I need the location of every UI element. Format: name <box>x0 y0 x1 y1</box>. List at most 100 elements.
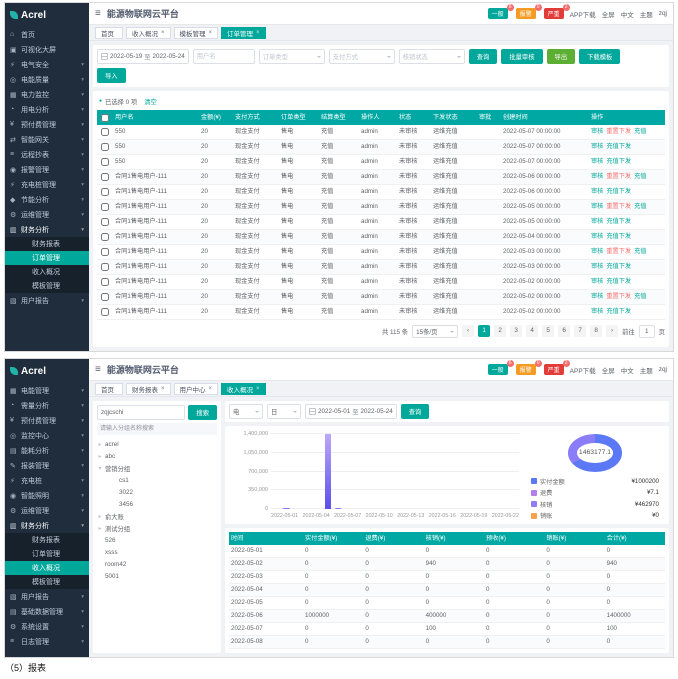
row-checkbox[interactable] <box>101 173 109 181</box>
row-action-link[interactable]: 重置下发 <box>606 293 631 300</box>
sidebar-item[interactable]: ◎ 监控中心 ▾ <box>5 428 89 443</box>
expand-arrow-icon[interactable]: ▸ <box>97 513 103 520</box>
row-action-link[interactable]: 充值下发 <box>606 218 631 225</box>
sidebar-item[interactable]: ▦ 电力监控 ▾ <box>5 87 89 102</box>
column-header[interactable]: 创建时间 <box>501 110 589 125</box>
username[interactable]: zqj <box>659 10 667 17</box>
table-row[interactable]: 55020现金支付售电充值admin未审核运维充值2022-05-07 00:0… <box>97 125 665 140</box>
tab[interactable]: 财务报表 × <box>126 383 171 395</box>
energy-type-select[interactable]: 电 <box>229 404 263 419</box>
page-number-button[interactable]: 7 <box>574 325 586 337</box>
table-row[interactable]: 合同1售电用户-11120现金支付售电充值admin未审核运维充值2022-05… <box>97 170 665 185</box>
row-checkbox[interactable] <box>101 308 109 316</box>
column-header[interactable]: 金额(¥) <box>199 110 233 125</box>
close-icon[interactable]: × <box>256 30 260 36</box>
alarm-badge[interactable]: 严重 2 <box>544 8 564 19</box>
sidebar-item[interactable]: ⚡ 充电桩管理 ▾ <box>5 177 89 192</box>
sidebar-item[interactable]: ◉ 智能照明 ▾ <box>5 488 89 503</box>
prev-page-button[interactable]: ‹ <box>462 325 474 337</box>
column-header[interactable]: 状态 <box>397 110 431 125</box>
row-action-link[interactable]: 充值 <box>634 128 646 135</box>
row-action-link[interactable]: 审核 <box>591 128 603 135</box>
tree-node[interactable]: xsss <box>97 546 217 558</box>
import-button[interactable]: 导入 <box>97 68 126 83</box>
tree-node[interactable]: ▸ abc <box>97 450 217 462</box>
sidebar-item[interactable]: ▧ 用户报告 ▾ <box>5 293 89 308</box>
row-checkbox[interactable] <box>101 218 109 226</box>
row-action-link[interactable]: 充值下发 <box>606 263 631 270</box>
sidebar-item[interactable]: 模板管理 <box>5 279 89 293</box>
column-header[interactable]: 订单类型 <box>279 110 319 125</box>
sidebar-item[interactable]: ⚡ 充电桩 ▾ <box>5 473 89 488</box>
username-input[interactable] <box>193 49 255 64</box>
row-action-link[interactable]: 审核 <box>591 158 603 165</box>
table-row[interactable]: 55020现金支付售电充值admin未审核运维充值2022-05-07 00:0… <box>97 140 665 155</box>
sidebar-item[interactable]: ▥ 财务分析 ▾ <box>5 518 89 533</box>
filter-select[interactable]: 支付方式 <box>329 49 395 64</box>
row-action-link[interactable]: 审核 <box>591 203 603 210</box>
header-link[interactable]: 中文 <box>621 9 634 19</box>
sidebar-item[interactable]: ◔ 用电分析 ▾ <box>5 102 89 117</box>
tree-node[interactable]: ▸ 测试分组 <box>97 522 217 534</box>
row-action-link[interactable]: 审核 <box>591 233 603 240</box>
alarm-badge[interactable]: 一般 6 <box>488 8 508 19</box>
expand-arrow-icon[interactable]: ▸ <box>97 441 103 448</box>
sidebar-item[interactable]: ◔ 需量分析 ▾ <box>5 398 89 413</box>
row-checkbox[interactable] <box>101 143 109 151</box>
row-action-link[interactable]: 审核 <box>591 308 603 315</box>
sidebar-item[interactable]: ¥ 预付费管理 ▾ <box>5 117 89 132</box>
sidebar-item[interactable]: 收入概况 <box>5 265 89 279</box>
page-number-button[interactable]: 4 <box>526 325 538 337</box>
row-action-link[interactable]: 审核 <box>591 278 603 285</box>
page-number-button[interactable]: 1 <box>478 325 490 337</box>
date-range-picker[interactable]: 2022-05-19 至 2022-05-24 <box>97 49 189 64</box>
tree-node[interactable]: room42 <box>97 558 217 570</box>
tab[interactable]: 首页 <box>95 383 123 395</box>
batch-audit-button[interactable]: 批量审核 <box>501 49 542 64</box>
sidebar-item[interactable]: ≡ 远程抄表 ▾ <box>5 147 89 162</box>
row-action-link[interactable]: 充值 <box>634 173 646 180</box>
header-link[interactable]: 主题 <box>640 9 653 19</box>
close-icon[interactable]: × <box>209 30 213 36</box>
header-link[interactable]: APP下载 <box>570 9 596 19</box>
tab[interactable]: 首页 <box>95 27 123 39</box>
filter-select[interactable]: 订单类型 <box>259 49 325 64</box>
menu-icon[interactable]: ≡ <box>95 364 101 375</box>
table-row[interactable]: 合同1售电用户-11120现金支付售电充值admin未审核运维充值2022-05… <box>97 200 665 215</box>
tab[interactable]: 订单管理 × <box>221 27 266 39</box>
sidebar-item[interactable]: ⚡ 电气安全 ▾ <box>5 57 89 72</box>
page-number-button[interactable]: 6 <box>558 325 570 337</box>
tab[interactable]: 收入概况 × <box>221 383 266 395</box>
table-row[interactable]: 合同1售电用户-11120现金支付售电充值admin未审核运维充值2022-05… <box>97 245 665 260</box>
alarm-badge[interactable]: 一般 6 <box>488 364 508 375</box>
sidebar-item[interactable]: 模板管理 <box>5 575 89 589</box>
row-action-link[interactable]: 重置下发 <box>606 203 631 210</box>
period-select[interactable]: 日 <box>267 404 301 419</box>
row-checkbox[interactable] <box>101 158 109 166</box>
legend-item[interactable]: 核销 ¥462970 <box>531 500 659 509</box>
menu-icon[interactable]: ≡ <box>95 8 101 19</box>
header-link[interactable]: 中文 <box>621 365 634 375</box>
row-action-link[interactable]: 重置下发 <box>606 128 631 135</box>
query-button[interactable]: 查询 <box>401 404 430 419</box>
tab[interactable]: 用户中心 × <box>174 383 219 395</box>
row-action-link[interactable]: 审核 <box>591 248 603 255</box>
row-action-link[interactable]: 审核 <box>591 173 603 180</box>
table-row[interactable]: 55020现金支付售电充值admin未审核运维充值2022-05-07 00:0… <box>97 155 665 170</box>
tree-node[interactable]: 526 <box>97 534 217 546</box>
sidebar-item[interactable]: ⚙ 运维管理 ▾ <box>5 503 89 518</box>
date-range-picker[interactable]: 2022-05-01 至 2022-05-24 <box>305 404 397 419</box>
row-action-link[interactable]: 充值 <box>634 203 646 210</box>
sidebar-item[interactable]: 财务报表 <box>5 237 89 251</box>
row-checkbox[interactable] <box>101 278 109 286</box>
header-link[interactable]: 全屏 <box>602 365 615 375</box>
sidebar-item[interactable]: ▦ 电能管理 ▾ <box>5 383 89 398</box>
download-template-button[interactable]: 下载模板 <box>579 49 620 64</box>
row-action-link[interactable]: 审核 <box>591 293 603 300</box>
sidebar-item[interactable]: ◎ 电能质量 ▾ <box>5 72 89 87</box>
expand-arrow-icon[interactable]: ▾ <box>97 465 103 472</box>
table-row[interactable]: 合同1售电用户-11120现金支付售电充值admin未审核运维充值2022-05… <box>97 230 665 245</box>
tab[interactable]: 模板管理 × <box>174 27 219 39</box>
row-action-link[interactable]: 充值 <box>634 293 646 300</box>
expand-arrow-icon[interactable]: ▸ <box>97 453 103 460</box>
